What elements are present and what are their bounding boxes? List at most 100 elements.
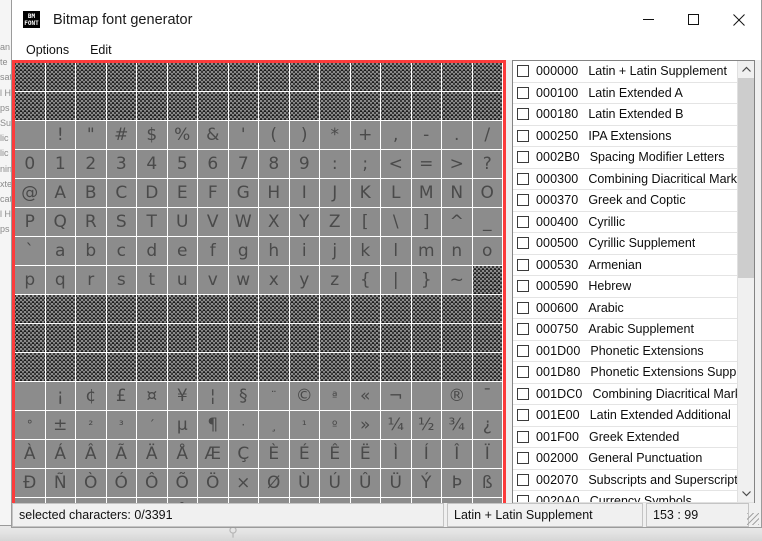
char-cell[interactable]: Q bbox=[45, 208, 76, 237]
block-list-item[interactable]: 000300 Combining Diacritical Marks bbox=[513, 169, 737, 190]
char-cell[interactable]: ¢ bbox=[76, 382, 107, 411]
char-cell[interactable]: Õ bbox=[167, 469, 198, 498]
block-list-item[interactable]: 000000 Latin + Latin Supplement bbox=[513, 61, 737, 83]
char-cell[interactable]: : bbox=[320, 150, 351, 179]
char-cell[interactable]: } bbox=[411, 266, 442, 295]
block-checkbox[interactable] bbox=[517, 495, 529, 502]
char-cell[interactable]: ± bbox=[45, 411, 76, 440]
block-checkbox[interactable] bbox=[517, 323, 529, 336]
char-cell-undefined[interactable] bbox=[381, 324, 412, 353]
char-cell[interactable]: ¨ bbox=[259, 382, 290, 411]
char-cell[interactable]: Ø bbox=[259, 469, 290, 498]
char-cell[interactable]: e bbox=[167, 237, 198, 266]
char-cell[interactable]: + bbox=[350, 121, 381, 150]
char-cell[interactable]: p bbox=[15, 266, 46, 295]
char-cell[interactable]: % bbox=[167, 121, 198, 150]
maximize-button[interactable] bbox=[671, 0, 716, 39]
char-cell[interactable]: º bbox=[320, 411, 351, 440]
char-cell-undefined[interactable] bbox=[259, 324, 290, 353]
char-cell[interactable]: . bbox=[442, 121, 473, 150]
char-cell[interactable]: R bbox=[76, 208, 107, 237]
char-cell[interactable]: ¬ bbox=[381, 382, 412, 411]
char-cell-undefined[interactable] bbox=[15, 295, 46, 324]
char-cell[interactable]: b bbox=[76, 237, 107, 266]
char-cell-undefined[interactable] bbox=[259, 295, 290, 324]
char-cell[interactable]: V bbox=[198, 208, 229, 237]
char-cell[interactable]: Ë bbox=[350, 440, 381, 469]
menu-options[interactable]: Options bbox=[26, 43, 69, 57]
minimize-button[interactable] bbox=[626, 0, 671, 39]
char-cell[interactable]: ) bbox=[289, 121, 320, 150]
block-checkbox[interactable] bbox=[517, 108, 529, 121]
char-cell[interactable]: ´ bbox=[137, 411, 168, 440]
char-cell[interactable]: ¤ bbox=[137, 382, 168, 411]
char-cell[interactable]: z bbox=[320, 266, 351, 295]
block-list-item[interactable]: 001D00 Phonetic Extensions bbox=[513, 341, 737, 362]
vertical-scroll-track[interactable] bbox=[738, 78, 754, 485]
char-cell[interactable]: Ó bbox=[106, 469, 137, 498]
block-list-item[interactable]: 000100 Latin Extended A bbox=[513, 83, 737, 104]
char-cell[interactable]: 0 bbox=[15, 150, 46, 179]
block-list-item[interactable]: 000590 Hebrew bbox=[513, 276, 737, 298]
char-cell[interactable]: ; bbox=[350, 150, 381, 179]
char-cell-undefined[interactable] bbox=[106, 353, 137, 382]
char-cell-undefined[interactable] bbox=[259, 92, 290, 121]
char-cell[interactable]: { bbox=[350, 266, 381, 295]
char-cell[interactable]: w bbox=[228, 266, 259, 295]
char-cell-undefined[interactable] bbox=[350, 353, 381, 382]
char-cell[interactable]: F bbox=[198, 179, 229, 208]
block-list-item[interactable]: 0002B0 Spacing Modifier Letters bbox=[513, 147, 737, 169]
char-cell[interactable]: Ç bbox=[228, 440, 259, 469]
close-button[interactable] bbox=[716, 0, 761, 39]
char-cell[interactable]: / bbox=[472, 121, 503, 150]
char-cell[interactable]: Æ bbox=[198, 440, 229, 469]
char-cell[interactable]: n bbox=[442, 237, 473, 266]
char-cell-undefined[interactable] bbox=[350, 92, 381, 121]
block-checkbox[interactable] bbox=[517, 344, 529, 357]
char-cell-undefined[interactable] bbox=[442, 353, 473, 382]
char-cell-undefined[interactable] bbox=[15, 353, 46, 382]
block-list-item[interactable]: 000250 IPA Extensions bbox=[513, 126, 737, 147]
block-checkbox[interactable] bbox=[517, 409, 529, 422]
char-cell-undefined[interactable] bbox=[45, 353, 76, 382]
char-cell[interactable]: 5 bbox=[167, 150, 198, 179]
char-cell[interactable]: È bbox=[259, 440, 290, 469]
char-cell-undefined[interactable] bbox=[350, 324, 381, 353]
char-cell[interactable]: H bbox=[259, 179, 290, 208]
char-cell[interactable]: ª bbox=[320, 382, 351, 411]
char-cell[interactable]: Ê bbox=[320, 440, 351, 469]
char-cell-undefined[interactable] bbox=[76, 324, 107, 353]
char-cell[interactable]: f bbox=[198, 237, 229, 266]
char-cell[interactable]: Ù bbox=[289, 469, 320, 498]
char-cell-undefined[interactable] bbox=[472, 295, 503, 324]
block-list-item[interactable]: 000600 Arabic bbox=[513, 298, 737, 319]
char-cell-undefined[interactable] bbox=[289, 324, 320, 353]
char-cell[interactable]: $ bbox=[137, 121, 168, 150]
char-cell-undefined[interactable] bbox=[320, 353, 351, 382]
char-cell[interactable]: Y bbox=[289, 208, 320, 237]
char-cell[interactable]: Ô bbox=[137, 469, 168, 498]
char-cell-undefined[interactable] bbox=[45, 63, 76, 92]
char-cell[interactable]: ¸ bbox=[259, 411, 290, 440]
char-cell[interactable]: Ã bbox=[106, 440, 137, 469]
char-cell[interactable]: Ü bbox=[381, 469, 412, 498]
char-cell[interactable]: À bbox=[15, 440, 46, 469]
char-cell[interactable]: Ú bbox=[320, 469, 351, 498]
char-cell[interactable]: g bbox=[228, 237, 259, 266]
char-cell[interactable]: Å bbox=[167, 440, 198, 469]
char-cell[interactable]: r bbox=[76, 266, 107, 295]
char-cell-undefined[interactable] bbox=[76, 92, 107, 121]
unicode-block-list-panel[interactable]: 000000 Latin + Latin Supplement 000100 Lati… bbox=[512, 60, 755, 520]
block-checkbox[interactable] bbox=[517, 387, 529, 400]
char-cell[interactable]: ^ bbox=[442, 208, 473, 237]
char-cell[interactable]: Í bbox=[411, 440, 442, 469]
scroll-up-arrow-icon[interactable] bbox=[738, 61, 754, 78]
char-cell[interactable]: ¶ bbox=[198, 411, 229, 440]
block-checkbox[interactable] bbox=[517, 172, 529, 185]
block-checkbox[interactable] bbox=[517, 237, 529, 250]
char-cell[interactable]: ( bbox=[259, 121, 290, 150]
char-cell-undefined[interactable] bbox=[381, 63, 412, 92]
char-cell-undefined[interactable] bbox=[198, 295, 229, 324]
block-list-item[interactable]: 001E00 Latin Extended Additional bbox=[513, 405, 737, 427]
char-cell[interactable]: ! bbox=[45, 121, 76, 150]
